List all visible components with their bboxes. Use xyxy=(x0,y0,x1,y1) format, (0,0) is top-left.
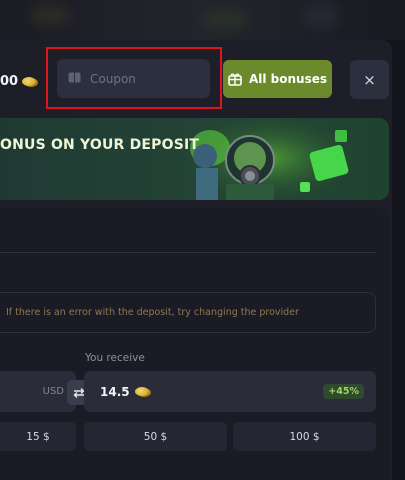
currency-label: USD xyxy=(42,386,64,397)
notice-text: If there is an error with the deposit, t… xyxy=(6,307,299,318)
swap-icon xyxy=(73,387,84,398)
deposit-amount-input[interactable]: USD xyxy=(0,371,76,412)
receive-amount-field[interactable]: 14.5 +45% xyxy=(84,371,376,412)
section-divider xyxy=(0,252,376,253)
coin-icon xyxy=(22,77,37,86)
close-button[interactable]: × xyxy=(350,60,389,99)
gift-icon xyxy=(228,73,242,86)
bonus-percent-badge: +45% xyxy=(323,384,364,399)
amount-option-15[interactable]: 15 $ xyxy=(0,422,76,451)
provider-error-notice: If there is an error with the deposit, t… xyxy=(0,292,376,333)
backdrop-shape xyxy=(200,8,250,30)
amount-option-label: 100 $ xyxy=(289,430,320,443)
banner-title: ONUS ON YOUR DEPOSIT xyxy=(0,137,200,153)
amount-option-100[interactable]: 100 $ xyxy=(233,422,376,451)
amount-option-label: 50 $ xyxy=(143,430,168,443)
close-icon: × xyxy=(363,70,376,89)
receive-value: 14.5 xyxy=(100,385,149,399)
background-blur xyxy=(0,0,405,40)
amount-option-label: 15 $ xyxy=(26,430,50,443)
backdrop-shape xyxy=(300,4,340,28)
amount-option-50[interactable]: 50 $ xyxy=(84,422,227,451)
you-receive-label: You receive xyxy=(85,352,145,364)
balance-display: 00 xyxy=(0,74,37,89)
receive-amount: 14.5 xyxy=(100,384,130,399)
coin-icon xyxy=(134,387,149,396)
banner-illustration xyxy=(180,118,360,200)
coupon-highlight-frame xyxy=(46,47,222,109)
all-bonuses-label: All bonuses xyxy=(248,72,328,86)
deposit-bonus-banner xyxy=(0,118,389,200)
balance-value: 00 xyxy=(0,74,19,89)
backdrop-shape xyxy=(30,5,70,25)
all-bonuses-button[interactable]: All bonuses xyxy=(223,60,332,98)
